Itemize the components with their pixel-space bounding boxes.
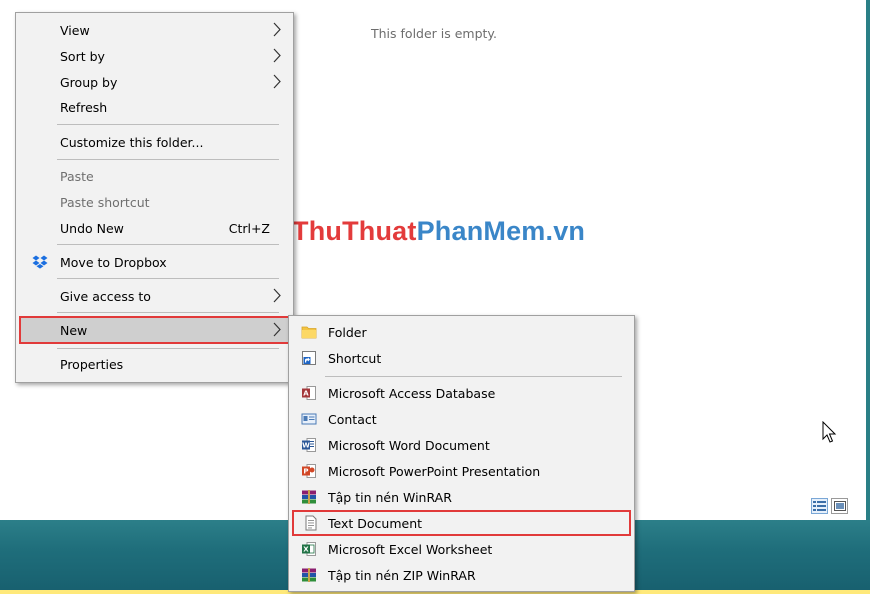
menu-item-shortcut: Ctrl+Z xyxy=(228,220,270,236)
menu-separator xyxy=(57,278,279,279)
empty-folder-message: This folder is empty. xyxy=(371,26,498,41)
mouse-cursor-icon xyxy=(822,421,837,443)
menu-item-paste[interactable]: Paste xyxy=(19,164,290,188)
watermark-part3: .vn xyxy=(545,216,586,246)
svg-text:P: P xyxy=(303,468,308,476)
chevron-right-icon xyxy=(273,322,281,337)
chevron-right-icon xyxy=(273,288,281,303)
menu-item-group-by[interactable]: Group by xyxy=(19,70,290,94)
access-icon: A xyxy=(302,386,316,400)
shortcut-icon xyxy=(302,351,316,365)
submenu-item-powerpoint-presentation[interactable]: P Microsoft PowerPoint Presentation xyxy=(292,459,631,483)
details-view-button[interactable] xyxy=(811,498,828,514)
submenu-item-shortcut[interactable]: Shortcut xyxy=(292,346,631,370)
menu-item-label: Undo New xyxy=(60,220,124,236)
menu-item-paste-shortcut[interactable]: Paste shortcut xyxy=(19,190,290,214)
chevron-right-icon xyxy=(273,22,281,37)
svg-text:A: A xyxy=(303,390,309,398)
contact-icon xyxy=(301,413,317,425)
submenu-separator xyxy=(325,376,622,377)
large-icons-view-button[interactable] xyxy=(831,498,848,514)
powerpoint-icon: P xyxy=(302,464,316,478)
submenu-item-excel-worksheet[interactable]: X Microsoft Excel Worksheet xyxy=(292,537,631,561)
svg-text:X: X xyxy=(303,546,309,554)
submenu-item-word-document[interactable]: W Microsoft Word Document xyxy=(292,433,631,457)
watermark-part2: PhanMem xyxy=(416,216,546,246)
submenu-item-text-document[interactable]: Text Document xyxy=(292,510,631,536)
menu-item-view[interactable]: View xyxy=(19,18,290,42)
svg-text:W: W xyxy=(302,442,310,450)
menu-separator xyxy=(57,159,279,160)
winrar-zip-icon xyxy=(302,568,316,582)
winrar-icon xyxy=(302,490,316,504)
menu-item-label: Give access to xyxy=(60,288,151,304)
menu-item-label: Customize this folder... xyxy=(60,134,204,150)
submenu-item-label: Folder xyxy=(328,324,367,340)
menu-item-label: Properties xyxy=(60,356,124,372)
view-toggle xyxy=(811,498,848,514)
menu-item-label: Refresh xyxy=(60,99,108,115)
details-view-icon xyxy=(813,501,826,511)
watermark: ThuThuatPhanMem.vn xyxy=(292,216,585,247)
menu-separator xyxy=(57,244,279,245)
menu-item-label: Group by xyxy=(60,74,118,90)
context-menu: View Sort by Group by Refresh Customize … xyxy=(15,12,294,383)
menu-item-sort-by[interactable]: Sort by xyxy=(19,44,290,68)
menu-item-label: Sort by xyxy=(60,48,105,64)
submenu-item-contact[interactable]: Contact xyxy=(292,407,631,431)
submenu-item-label: Microsoft Access Database xyxy=(328,385,496,401)
text-document-icon xyxy=(305,515,317,531)
submenu-item-label: Microsoft Word Document xyxy=(328,437,490,453)
submenu-item-label: Contact xyxy=(328,411,377,427)
menu-item-customize-folder[interactable]: Customize this folder... xyxy=(19,130,290,154)
word-icon: W xyxy=(302,438,316,452)
menu-item-label: Paste shortcut xyxy=(60,194,150,210)
menu-separator xyxy=(57,124,279,125)
submenu-item-zip-winrar-archive[interactable]: Tập tin nén ZIP WinRAR xyxy=(292,563,631,587)
submenu-item-folder[interactable]: Folder xyxy=(292,320,631,344)
menu-item-undo-new[interactable]: Undo New Ctrl+Z xyxy=(19,216,290,240)
submenu-item-label: Tập tin nén ZIP WinRAR xyxy=(328,567,476,583)
menu-item-properties[interactable]: Properties xyxy=(19,352,290,376)
new-submenu: Folder Shortcut A Microsoft Access Datab… xyxy=(288,315,635,592)
chevron-right-icon xyxy=(273,74,281,89)
menu-separator xyxy=(57,312,279,313)
menu-item-label: Move to Dropbox xyxy=(60,254,167,270)
excel-icon: X xyxy=(302,542,316,556)
window-edge xyxy=(866,0,870,594)
menu-item-label: Paste xyxy=(60,168,94,184)
large-icons-view-icon xyxy=(833,501,846,511)
submenu-item-access-database[interactable]: A Microsoft Access Database xyxy=(292,381,631,405)
folder-icon xyxy=(301,326,317,339)
submenu-item-label: Shortcut xyxy=(328,350,382,366)
chevron-right-icon xyxy=(273,48,281,63)
submenu-item-winrar-archive[interactable]: Tập tin nén WinRAR xyxy=(292,485,631,509)
submenu-item-label: Tập tin nén WinRAR xyxy=(328,489,452,505)
submenu-item-label: Microsoft PowerPoint Presentation xyxy=(328,463,541,479)
menu-item-give-access[interactable]: Give access to xyxy=(19,284,290,308)
dropbox-icon xyxy=(32,255,48,269)
menu-item-label: New xyxy=(60,322,88,338)
menu-separator xyxy=(57,348,279,349)
menu-item-move-to-dropbox[interactable]: Move to Dropbox xyxy=(19,250,290,274)
menu-item-refresh[interactable]: Refresh xyxy=(19,95,290,119)
watermark-part1: ThuThuat xyxy=(292,216,417,246)
menu-item-label: View xyxy=(60,22,90,38)
menu-item-new[interactable]: New xyxy=(19,316,290,344)
submenu-item-label: Microsoft Excel Worksheet xyxy=(328,541,493,557)
submenu-item-label: Text Document xyxy=(328,515,423,531)
